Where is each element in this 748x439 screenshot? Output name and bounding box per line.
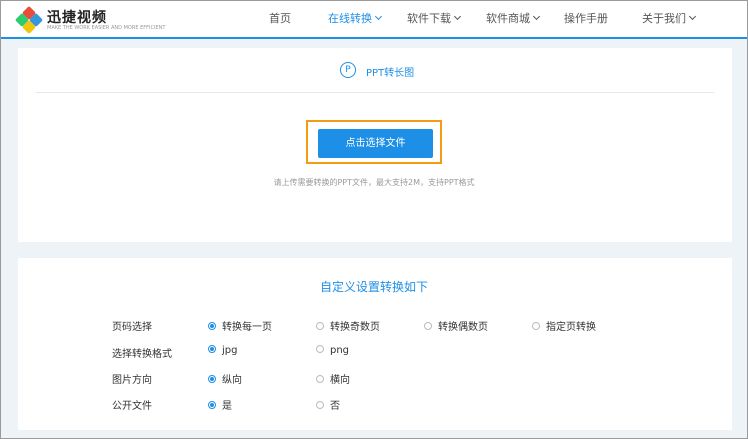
nav-manual[interactable]: 操作手册: [564, 1, 608, 37]
upload-hint: 请上传需要转换的PPT文件，最大支持2M，支持PPT格式: [273, 178, 475, 187]
settings-title: 自定义设置转换如下: [319, 280, 428, 294]
select-file-button[interactable]: 点击选择文件: [318, 129, 433, 158]
page-select-label: 页码选择: [112, 322, 152, 333]
radio-icon: [316, 401, 324, 409]
brand-name[interactable]: 迅捷视频: [47, 7, 107, 27]
orientation-label: 图片方向: [112, 375, 152, 386]
radio-icon: [316, 345, 324, 353]
format-select-label: 选择转换格式: [112, 349, 172, 360]
radio-convert-even-pages[interactable]: 转换偶数页: [424, 318, 488, 333]
radio-selected-icon: [208, 375, 216, 383]
radio-icon: [532, 322, 540, 330]
radio-selected-icon: [208, 322, 216, 330]
radio-convert-specified-pages[interactable]: 指定页转换: [532, 318, 596, 333]
radio-orientation-landscape[interactable]: 横向: [316, 371, 350, 386]
top-navbar: 迅捷视频 MAKE THE WORK EASIER AND MORE EFFIC…: [1, 1, 747, 39]
radio-icon: [316, 375, 324, 383]
brand-tagline: MAKE THE WORK EASIER AND MORE EFFICIENT: [47, 25, 166, 31]
radio-convert-every-page[interactable]: 转换每一页: [208, 318, 272, 333]
radio-selected-icon: [208, 345, 216, 353]
nav-home[interactable]: 首页: [269, 1, 291, 37]
nav-online-convert[interactable]: 在线转换: [328, 1, 383, 37]
radio-selected-icon: [208, 401, 216, 409]
radio-icon: [316, 322, 324, 330]
nav-about-us[interactable]: 关于我们: [642, 1, 697, 37]
radio-format-png[interactable]: png: [316, 345, 349, 356]
divider: [36, 92, 714, 93]
ppt-icon: P: [340, 62, 356, 78]
radio-public-no[interactable]: 否: [316, 397, 340, 412]
radio-orientation-portrait[interactable]: 纵向: [208, 371, 242, 386]
chevron-down-icon: [532, 12, 541, 21]
chevron-down-icon: [374, 12, 383, 21]
public-file-label: 公开文件: [112, 401, 152, 412]
nav-software-download[interactable]: 软件下载: [407, 1, 462, 37]
nav-software-store[interactable]: 软件商城: [486, 1, 541, 37]
radio-convert-odd-pages[interactable]: 转换奇数页: [316, 318, 380, 333]
tool-title: PPT转长图: [366, 68, 415, 79]
radio-public-yes[interactable]: 是: [208, 397, 232, 412]
radio-format-jpg[interactable]: jpg: [208, 345, 237, 356]
chevron-down-icon: [688, 12, 697, 21]
chevron-down-icon: [453, 12, 462, 21]
logo-icon[interactable]: [14, 5, 44, 35]
radio-icon: [424, 322, 432, 330]
